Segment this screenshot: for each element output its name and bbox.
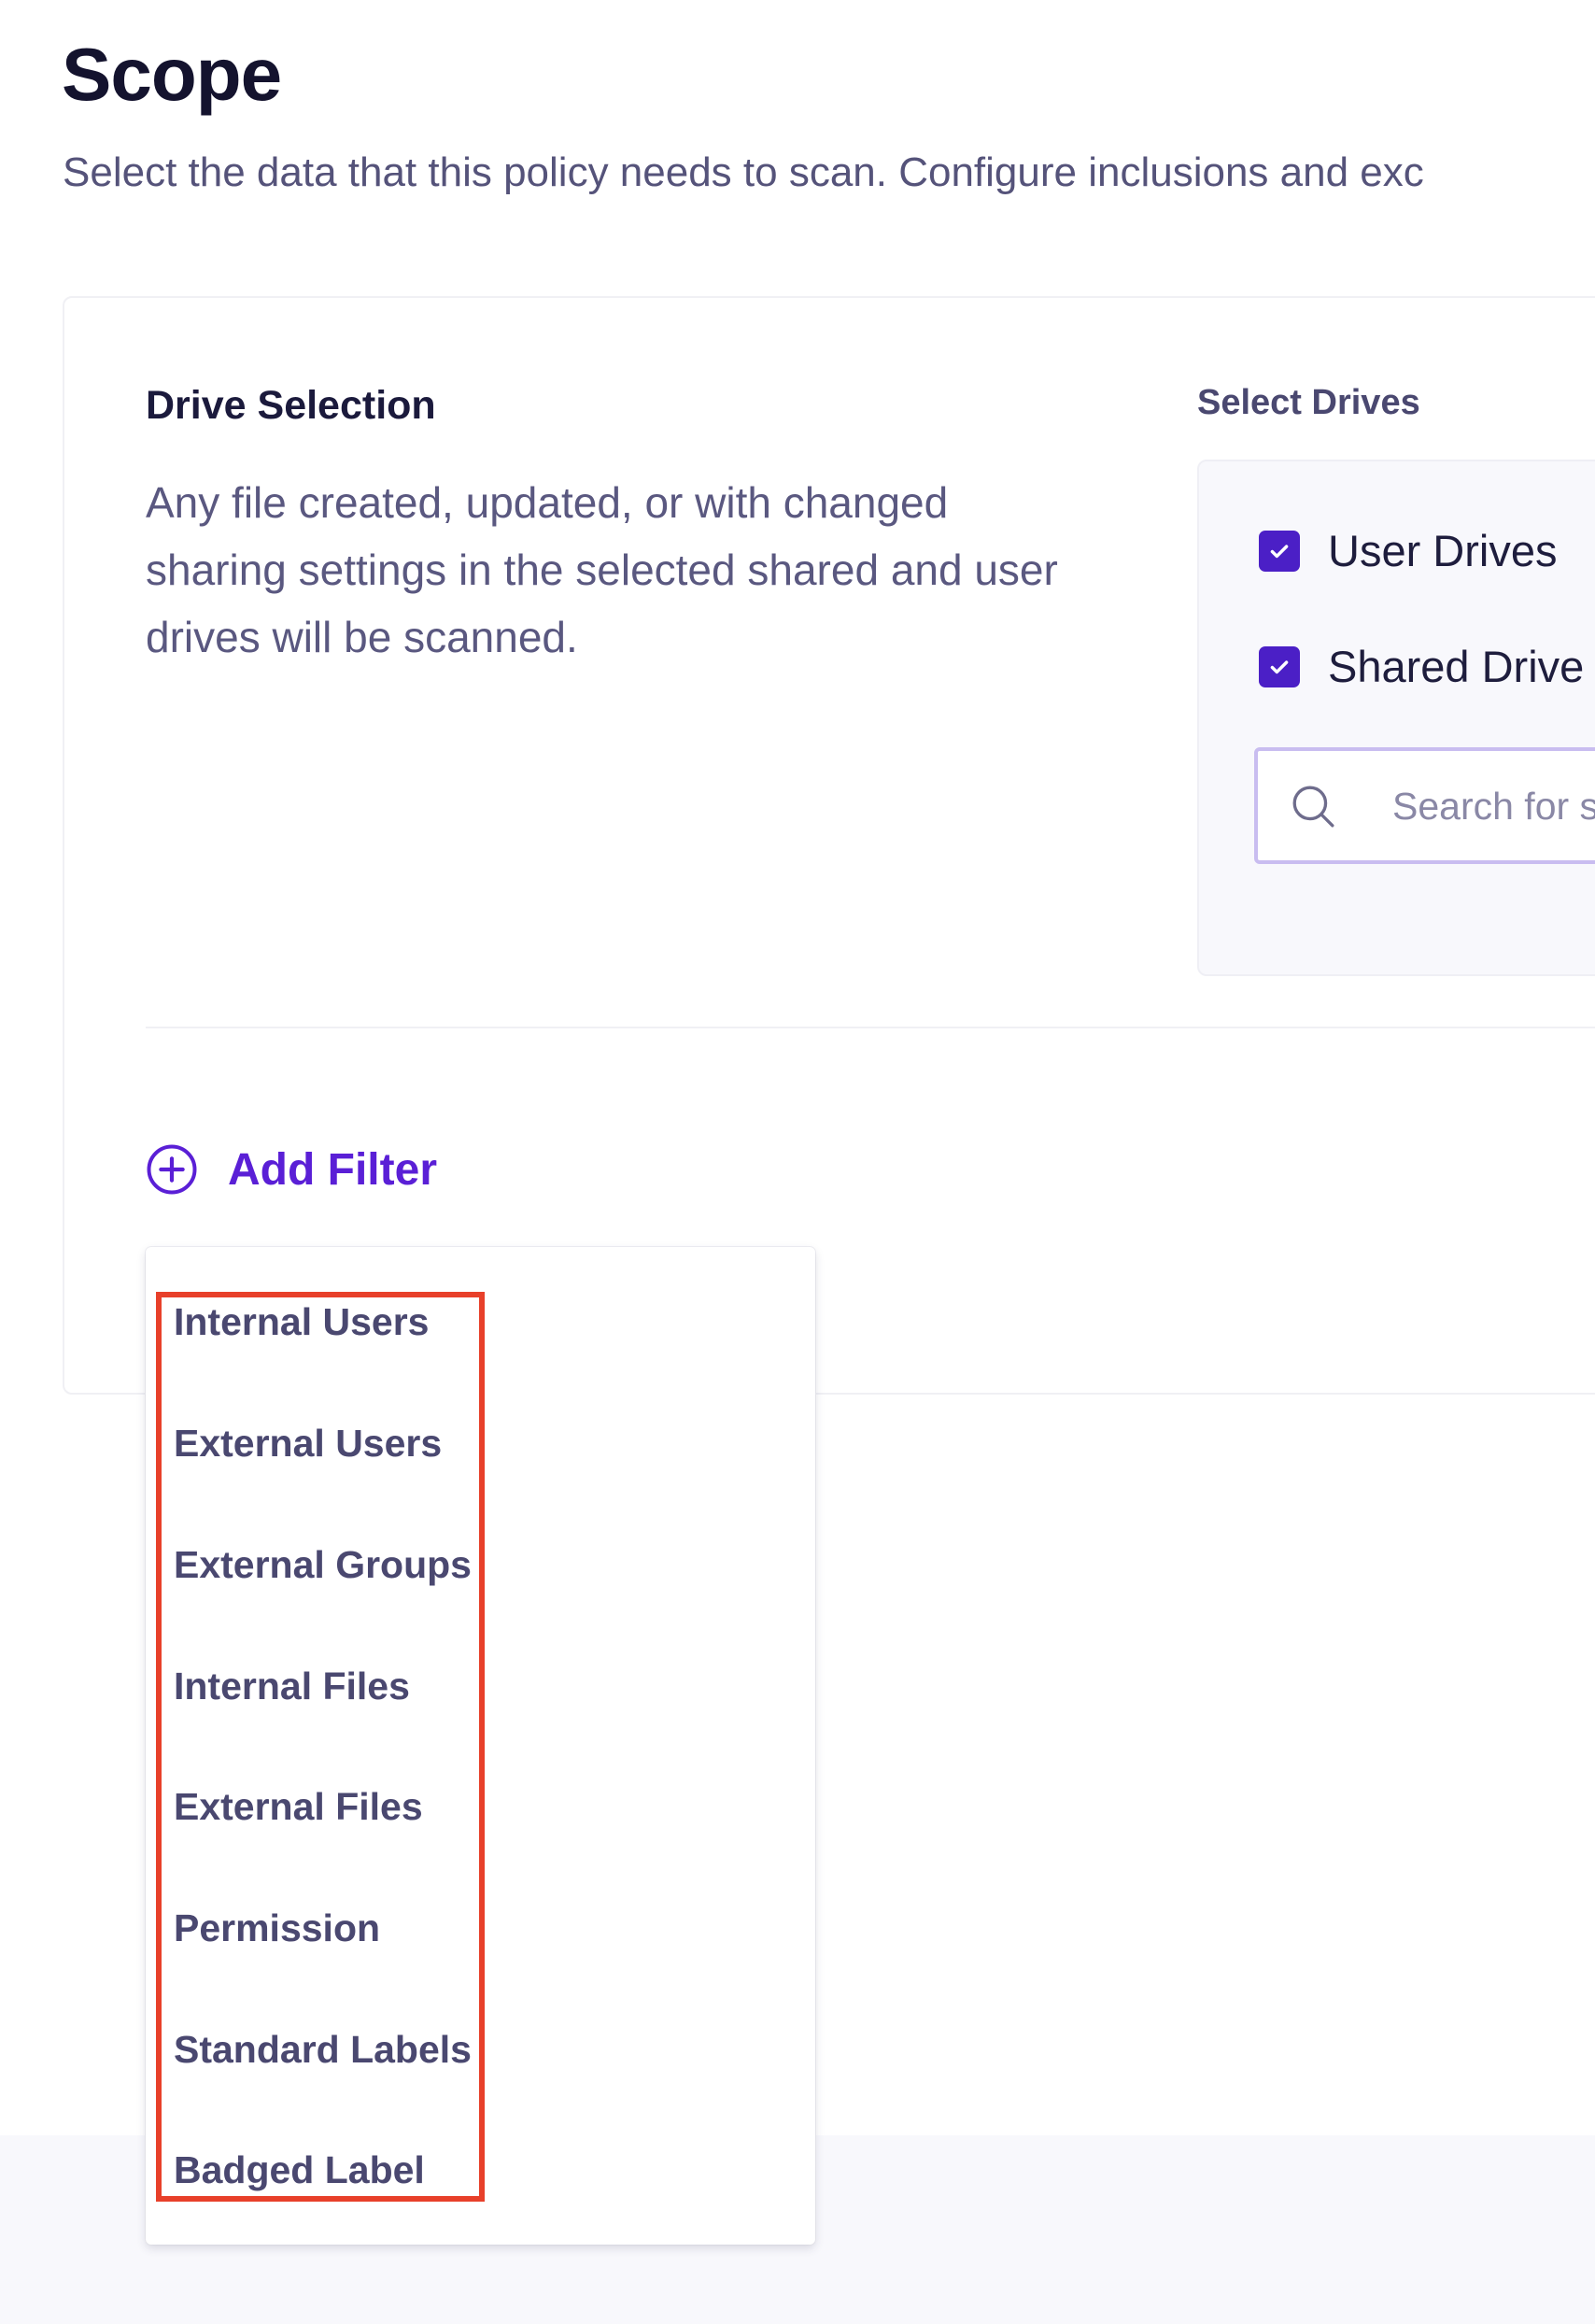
drive-selection-title: Drive Selection [146, 383, 436, 428]
drive-search-input[interactable]: Search for s [1254, 747, 1595, 864]
check-icon [1270, 659, 1289, 673]
page-subtitle: Select the data that this policy needs t… [63, 149, 1424, 195]
drive-selection-description: Any file created, updated, or with chang… [146, 478, 1058, 661]
plus-circle-icon [147, 1144, 197, 1195]
filter-option-permission[interactable]: Permission [174, 1906, 380, 1950]
section-divider [146, 1027, 1595, 1028]
filter-dropdown-menu: Internal Users External Users External G… [146, 1247, 815, 2245]
page-title: Scope [62, 33, 282, 116]
filter-option-external-groups[interactable]: External Groups [174, 1543, 472, 1587]
filter-option-standard-labels[interactable]: Standard Labels [174, 2028, 472, 2072]
filter-option-internal-users[interactable]: Internal Users [174, 1300, 429, 1344]
filter-option-external-files[interactable]: External Files [174, 1785, 423, 1829]
select-drives-label: Select Drives [1197, 383, 1420, 422]
filter-option-badged-label[interactable]: Badged Label [174, 2148, 425, 2192]
search-icon [1292, 786, 1334, 828]
user-drives-checkbox[interactable] [1259, 530, 1300, 572]
check-icon [1270, 544, 1289, 558]
user-drives-label: User Drives [1328, 526, 1558, 575]
search-placeholder: Search for s [1392, 785, 1595, 828]
user-drives-checkbox-row[interactable]: User Drives [1259, 525, 1557, 576]
shared-drive-label: Shared Drive [1328, 642, 1585, 691]
add-filter-label: Add Filter [228, 1144, 437, 1195]
filter-option-external-users[interactable]: External Users [174, 1422, 442, 1466]
filter-option-internal-files[interactable]: Internal Files [174, 1665, 410, 1708]
shared-drive-checkbox[interactable] [1259, 645, 1300, 687]
shared-drive-checkbox-row[interactable]: Shared Drive [1259, 641, 1584, 692]
add-filter-button[interactable]: Add Filter [146, 1143, 437, 1196]
